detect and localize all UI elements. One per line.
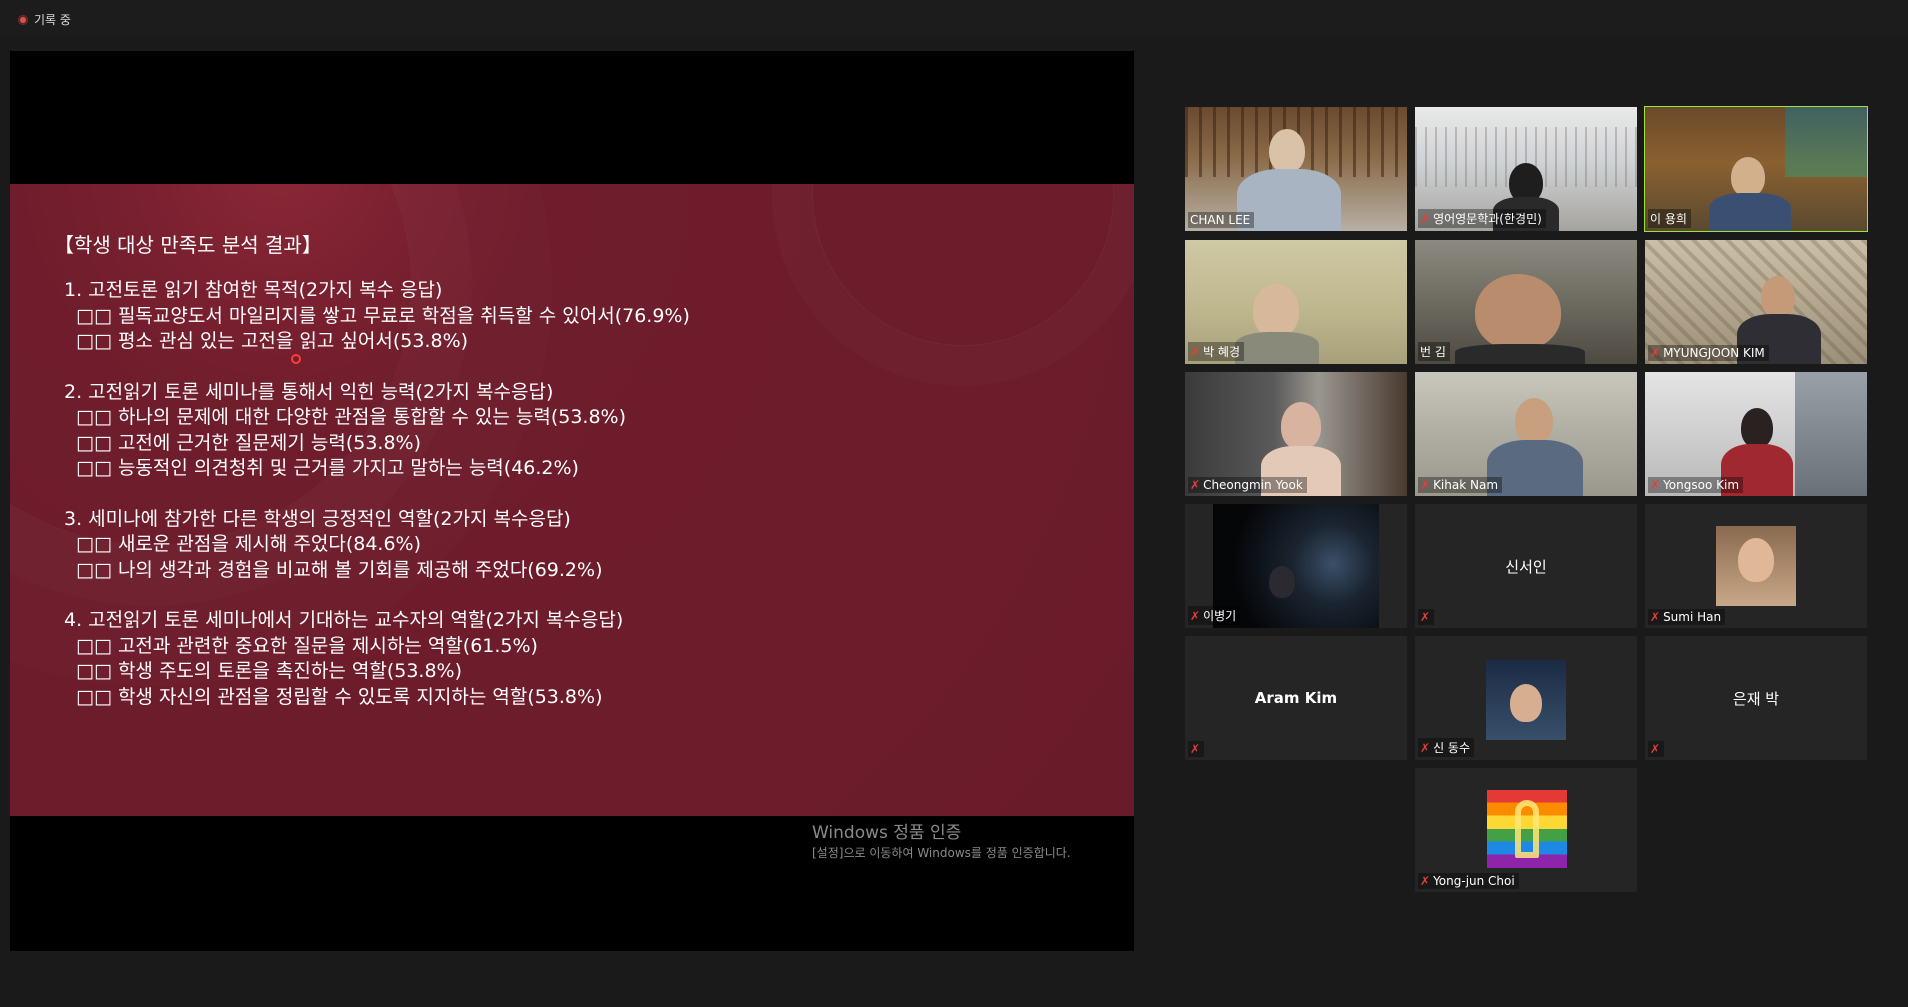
laser-pointer-icon bbox=[291, 354, 301, 364]
slide-title: 【학생 대상 만족도 분석 결과】 bbox=[54, 233, 322, 257]
slide-section-2: 2. 고전읽기 토론 세미나를 통해서 익힌 능력(2가지 복수응답) □□ 하… bbox=[64, 380, 690, 482]
muted-mic-icon: ✗ bbox=[1420, 874, 1431, 888]
section-answer: □□ 고전과 관련한 중요한 질문을 제시하는 역할(61.5%) bbox=[76, 634, 538, 657]
section-answer: □□ 학생 주도의 토론을 촉진하는 역할(53.8%) bbox=[76, 660, 463, 682]
muted-mic-icon: ✗ bbox=[1420, 740, 1431, 755]
muted-mic-icon: ✗ bbox=[1420, 211, 1431, 226]
participant-name-tag: ✗ 박 혜경 bbox=[1188, 342, 1244, 361]
participant-name-tag: ✗ Yongsoo Kim bbox=[1648, 477, 1744, 493]
section-question: 1. 고전토론 읽기 참여한 목적(2가지 복수 응답) bbox=[64, 279, 443, 301]
section-question: 3. 세미나에 참가한 다른 학생의 긍정적인 역할(2가지 복수응답) bbox=[64, 507, 571, 530]
muted-mic-icon: ✗ bbox=[1420, 610, 1431, 624]
recording-indicator[interactable]: 기록 중 bbox=[18, 11, 71, 28]
presentation-slide: 【학생 대상 만족도 분석 결과】 1. 고전토론 읽기 참여한 목적(2가지 … bbox=[10, 184, 1134, 816]
top-bar: 기록 중 bbox=[0, 0, 1908, 36]
participant-name-tag: ✗ bbox=[1648, 741, 1665, 757]
participant-tile[interactable]: ✗ 이병기 bbox=[1185, 504, 1407, 628]
participant-name-tag: ✗ Sumi Han bbox=[1648, 609, 1726, 625]
section-question: 2. 고전읽기 토론 세미나를 통해서 익힌 능력(2가지 복수응답) bbox=[64, 380, 554, 403]
participant-name-center: 은재 박 bbox=[1732, 689, 1780, 708]
participant-tile[interactable]: ✗ 박 혜경 bbox=[1185, 240, 1407, 364]
section-answer: □□ 나의 생각과 경험을 비교해 볼 기회를 제공해 주었다(69.2%) bbox=[76, 558, 603, 581]
participant-name: 번 김 bbox=[1420, 345, 1446, 359]
participant-tile[interactable]: CHAN LEE bbox=[1185, 107, 1407, 231]
participant-tile[interactable]: ✗ Cheongmin Yook bbox=[1185, 372, 1407, 496]
ribbon-icon bbox=[1515, 800, 1539, 858]
participant-name-tag: ✗ MYUNGJOON KIM bbox=[1648, 345, 1769, 361]
participant-name: MYUNGJOON KIM bbox=[1663, 346, 1765, 360]
participant-name: 이 용희 bbox=[1650, 212, 1687, 226]
participant-tile[interactable]: ✗ Yong-jun Choi bbox=[1415, 768, 1637, 892]
participant-name: Kihak Nam bbox=[1433, 478, 1499, 492]
participant-name-tag: 이 용희 bbox=[1648, 209, 1691, 228]
slide-section-3: 3. 세미나에 참가한 다른 학생의 긍정적인 역할(2가지 복수응답) □□ … bbox=[64, 507, 690, 584]
participant-name: 박 혜경 bbox=[1203, 345, 1240, 359]
section-question: 4. 고전읽기 토론 세미나에서 기대하는 교수자의 역할(2가지 복수응답) bbox=[64, 609, 624, 631]
muted-mic-icon: ✗ bbox=[1190, 344, 1201, 359]
section-answer: □□ 새로운 관점을 제시해 주었다(84.6%) bbox=[76, 533, 422, 555]
participant-name: 이병기 bbox=[1203, 609, 1237, 623]
muted-mic-icon: ✗ bbox=[1650, 610, 1661, 624]
section-answer: □□ 고전에 근거한 질문제기 능력(53.8%) bbox=[76, 431, 422, 454]
participant-name-tag: ✗ Cheongmin Yook bbox=[1188, 477, 1307, 493]
participant-name-center: 신서인 bbox=[1505, 557, 1547, 576]
participant-name-tag: ✗ bbox=[1418, 609, 1435, 625]
watermark-subtitle: [설정]으로 이동하여 Windows를 정품 인증합니다. bbox=[812, 846, 1071, 860]
participant-name: Yongsoo Kim bbox=[1663, 478, 1740, 492]
section-answer: □□ 필독교양도서 마일리지를 쌓고 무료로 학점을 취득할 수 있어서(76.… bbox=[76, 304, 690, 327]
participant-name: Sumi Han bbox=[1663, 610, 1722, 624]
participant-name-tag: ✗ 영어영문학과(한경민) bbox=[1418, 209, 1546, 228]
participant-name-tag: ✗ Kihak Nam bbox=[1418, 477, 1503, 493]
participant-name-tag: 번 김 bbox=[1418, 342, 1450, 361]
watermark-title: Windows 정품 인증 bbox=[812, 823, 962, 843]
slide-section-4: 4. 고전읽기 토론 세미나에서 기대하는 교수자의 역할(2가지 복수응답) … bbox=[64, 608, 690, 710]
participant-name-tag: ✗ 이병기 bbox=[1188, 606, 1241, 625]
participant-tile[interactable]: ✗ Yongsoo Kim bbox=[1645, 372, 1867, 496]
muted-mic-icon: ✗ bbox=[1190, 742, 1201, 756]
participant-name-tag: ✗ bbox=[1188, 741, 1205, 757]
participant-tile[interactable]: 신서인 ✗ bbox=[1415, 504, 1637, 628]
muted-mic-icon: ✗ bbox=[1420, 478, 1431, 492]
participant-tile[interactable]: ✗ 신 동수 bbox=[1415, 636, 1637, 760]
slide-section-1: 1. 고전토론 읽기 참여한 목적(2가지 복수 응답) □□ 필독교양도서 마… bbox=[64, 278, 690, 355]
participant-name-tag: ✗ Yong-jun Choi bbox=[1418, 873, 1519, 889]
section-answer: □□ 학생 자신의 관점을 정립할 수 있도록 지지하는 역할(53.8%) bbox=[76, 685, 603, 708]
participant-name-center: Aram Kim bbox=[1254, 689, 1338, 707]
participant-tile[interactable]: ✗ Sumi Han bbox=[1645, 504, 1867, 628]
muted-mic-icon: ✗ bbox=[1190, 478, 1201, 492]
participant-name: Yong-jun Choi bbox=[1433, 874, 1515, 888]
participant-tile[interactable]: ✗ Kihak Nam bbox=[1415, 372, 1637, 496]
participant-tile[interactable]: 은재 박 ✗ bbox=[1645, 636, 1867, 760]
participant-name: 신 동수 bbox=[1433, 741, 1470, 755]
muted-mic-icon: ✗ bbox=[1650, 478, 1661, 492]
participant-name-tag: ✗ 신 동수 bbox=[1418, 738, 1474, 757]
participant-name: CHAN LEE bbox=[1190, 213, 1251, 227]
recording-label: 기록 중 bbox=[34, 13, 71, 27]
participant-tile[interactable]: ✗ MYUNGJOON KIM bbox=[1645, 240, 1867, 364]
participant-name: Cheongmin Yook bbox=[1203, 478, 1303, 492]
section-answer: □□ 능동적인 의견청취 및 근거를 가지고 말하는 능력(46.2%) bbox=[76, 457, 579, 479]
participant-name-tag: CHAN LEE bbox=[1188, 212, 1255, 228]
slide-body: 1. 고전토론 읽기 참여한 목적(2가지 복수 응답) □□ 필독교양도서 마… bbox=[64, 278, 690, 735]
muted-mic-icon: ✗ bbox=[1190, 608, 1201, 623]
muted-mic-icon: ✗ bbox=[1650, 346, 1661, 360]
section-answer: □□ 하나의 문제에 대한 다양한 관점을 통합할 수 있는 능력(53.8%) bbox=[76, 406, 627, 428]
participant-tile[interactable]: Aram Kim ✗ bbox=[1185, 636, 1407, 760]
section-answer: □□ 평소 관심 있는 고전을 읽고 싶어서(53.8%) bbox=[76, 330, 469, 352]
participant-tile[interactable]: ✗ 영어영문학과(한경민) bbox=[1415, 107, 1637, 231]
participant-tile[interactable]: 번 김 bbox=[1415, 240, 1637, 364]
muted-mic-icon: ✗ bbox=[1650, 742, 1661, 756]
participant-name: 영어영문학과(한경민) bbox=[1433, 212, 1542, 226]
windows-activation-watermark: Windows 정품 인증 [설정]으로 이동하여 Windows를 정품 인증… bbox=[812, 818, 1102, 861]
participant-tile-active-speaker[interactable]: 이 용희 bbox=[1644, 106, 1868, 232]
record-icon bbox=[18, 14, 28, 25]
